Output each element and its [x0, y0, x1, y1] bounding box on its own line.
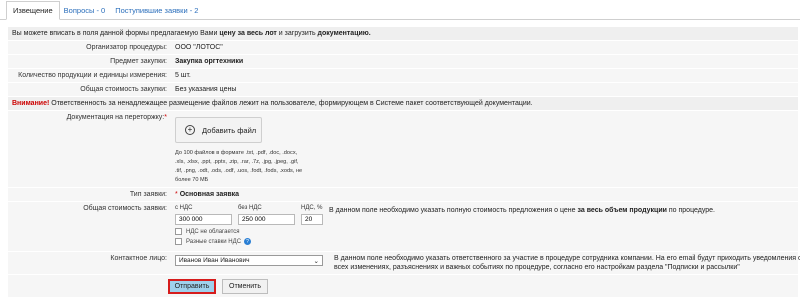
- no-vat-caption: без НДС: [238, 205, 262, 211]
- info-row-total-cost: Общая стоимость закупки: Без указания це…: [8, 83, 798, 97]
- contact-label: Контактное лицо:: [110, 255, 167, 262]
- docs-label: Документация на переторжку:*: [66, 114, 167, 121]
- intro-text: Вы можете вписать в поля данной формы пр…: [12, 30, 371, 37]
- cost-description: В данном поле необходимо указать полную …: [329, 207, 715, 214]
- required-marker: *: [164, 114, 167, 121]
- quantity-value: 5 шт.: [175, 72, 191, 79]
- checkbox-icon: [175, 238, 182, 245]
- vat-rate-input[interactable]: [301, 214, 323, 225]
- bid-type-row: Тип заявки: * Основная заявка: [8, 188, 798, 202]
- info-row-organizer: Организатор процедуры: ООО "ЛОТОС": [8, 41, 798, 55]
- tab-bar: Извещение Вопросы - 0 Поступившие заявки…: [0, 0, 800, 20]
- plus-icon: +: [185, 125, 195, 135]
- bid-form: Вы можете вписать в поля данной формы пр…: [8, 27, 800, 298]
- tab-notice[interactable]: Извещение: [6, 1, 60, 20]
- organizer-label: Организатор процедуры:: [86, 44, 167, 51]
- bid-type-value: * Основная заявка: [175, 191, 240, 198]
- info-row-quantity: Количество продукции и единицы измерения…: [8, 69, 798, 83]
- contact-fields: Иванов Иван Иванович ⌄ В данном поле нео…: [171, 252, 800, 274]
- organizer-value: ООО "ЛОТОС": [175, 44, 223, 51]
- price-with-vat-input[interactable]: [175, 214, 232, 225]
- checkbox-icon: [175, 228, 182, 235]
- tab-questions[interactable]: Вопросы - 0: [60, 6, 112, 19]
- quantity-label: Количество продукции и единицы измерения…: [18, 72, 167, 79]
- intro-row: Вы можете вписать в поля данной формы пр…: [8, 27, 798, 41]
- contact-description: В данном поле необходимо указать ответст…: [334, 255, 800, 271]
- cost-label: Общая стоимость заявки:: [83, 205, 167, 212]
- add-file-button[interactable]: + Добавить файл: [175, 117, 262, 143]
- cost-inputs: с НДС без НДС НДС, % НДС не облагается Р…: [175, 205, 323, 249]
- cost-row: Общая стоимость заявки: с НДС без НДС НД…: [8, 202, 798, 252]
- warning-text: Внимание! Ответственность за ненадлежаще…: [12, 100, 533, 107]
- total-cost-label: Общая стоимость закупки:: [80, 86, 167, 93]
- subject-label: Предмет закупки:: [110, 58, 167, 65]
- submit-button[interactable]: Отправить: [168, 279, 216, 294]
- bid-type-label: Тип заявки:: [129, 191, 167, 198]
- price-no-vat-input[interactable]: [238, 214, 295, 225]
- tab-received-bids[interactable]: Поступившие заявки - 2: [111, 6, 204, 19]
- cost-fields: с НДС без НДС НДС, % НДС не облагается Р…: [171, 202, 798, 251]
- docs-upload-area: + Добавить файл До 100 файлов в формате …: [171, 111, 798, 187]
- contact-person-select[interactable]: Иванов Иван Иванович ⌄: [175, 255, 323, 266]
- subject-value: Закупка оргтехники: [175, 58, 244, 65]
- help-icon[interactable]: ?: [244, 238, 252, 245]
- chevron-down-icon: ⌄: [313, 257, 319, 265]
- contact-row: Контактное лицо: Иванов Иван Иванович ⌄ …: [8, 252, 800, 275]
- with-vat-caption: с НДС: [175, 205, 193, 211]
- docs-row: Документация на переторжку:* + Добавить …: [8, 111, 798, 188]
- warning-row: Внимание! Ответственность за ненадлежаще…: [8, 97, 798, 111]
- form-actions: Отправить Отменить: [8, 275, 798, 298]
- vat-rate-caption: НДС, %: [301, 205, 323, 211]
- info-row-subject: Предмет закупки: Закупка оргтехники: [8, 55, 798, 69]
- file-format-hint: До 100 файлов в формате .txt, .pdf, .doc…: [175, 150, 303, 183]
- cancel-button[interactable]: Отменить: [222, 279, 268, 294]
- diff-vat-rates-checkbox[interactable]: Разные ставки НДС?: [175, 238, 323, 245]
- no-vat-checkbox[interactable]: НДС не облагается: [175, 228, 323, 235]
- total-cost-value: Без указания цены: [175, 86, 237, 93]
